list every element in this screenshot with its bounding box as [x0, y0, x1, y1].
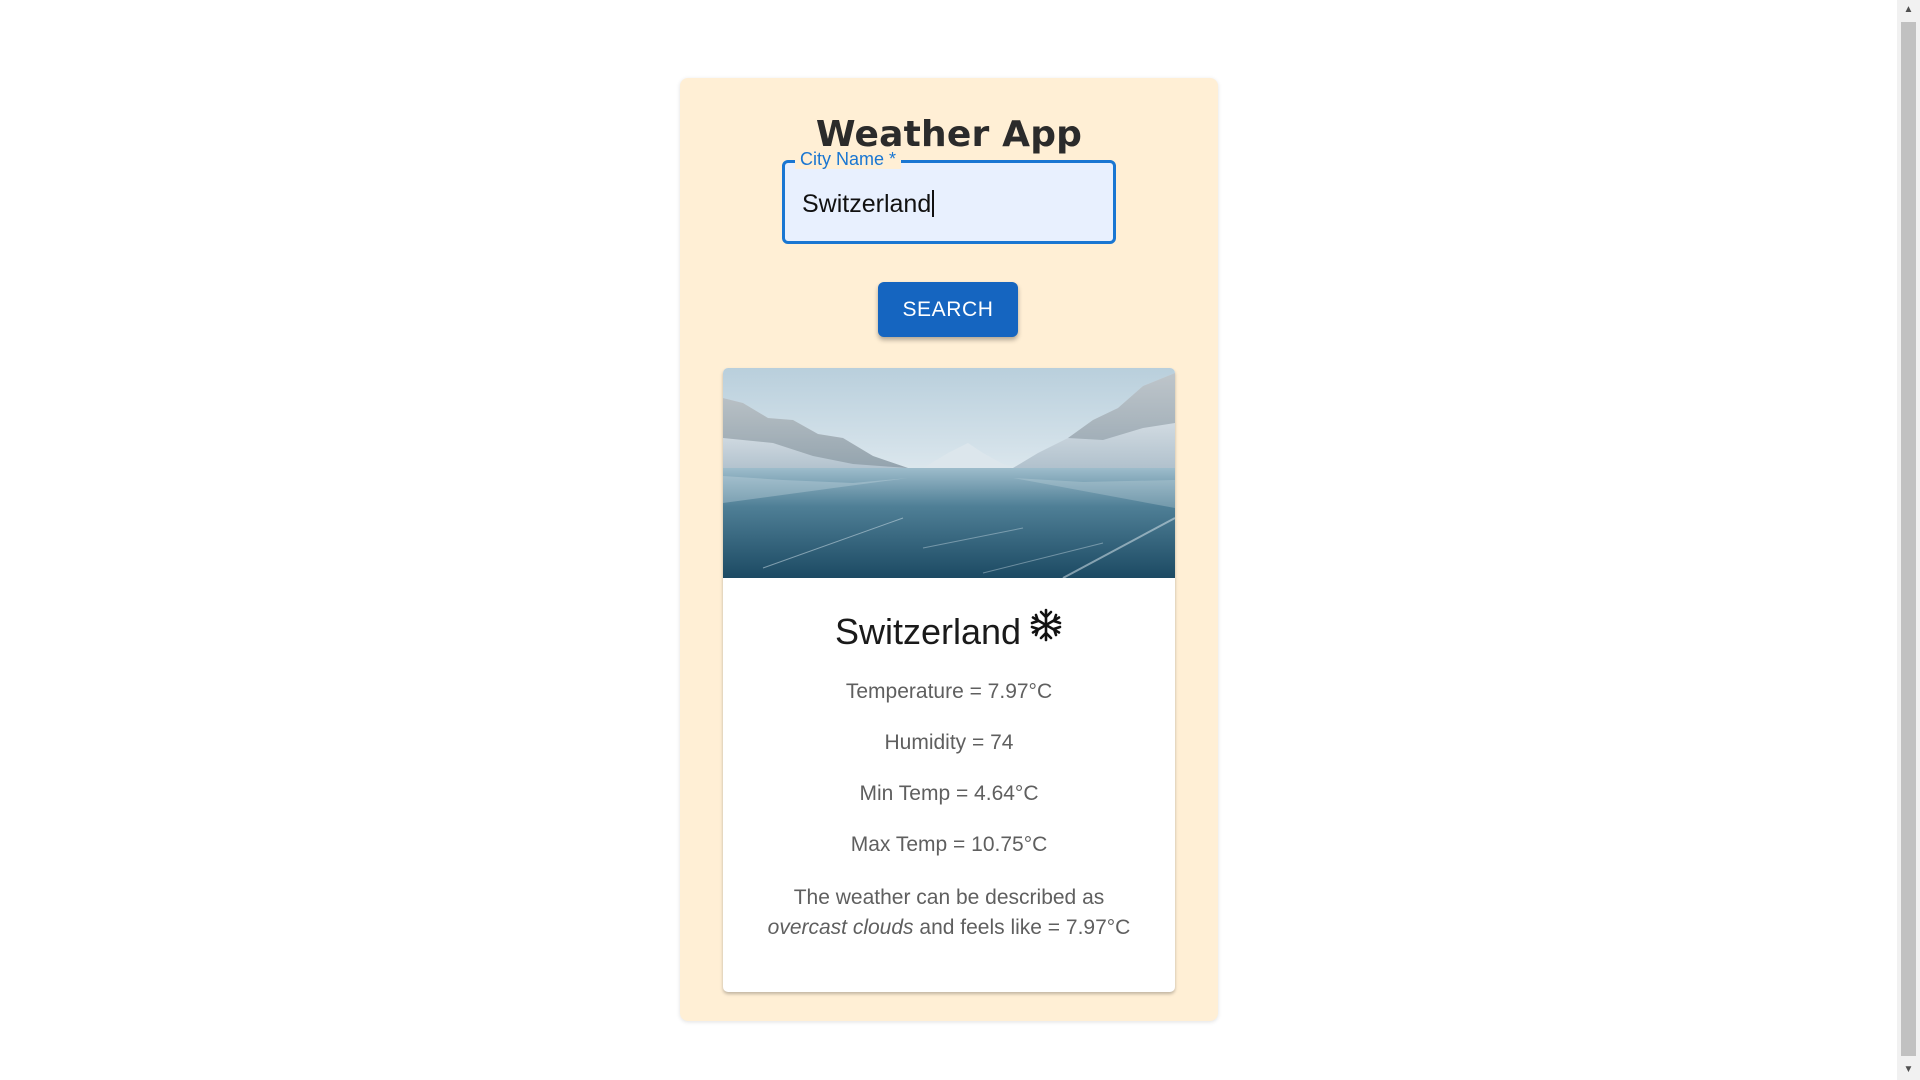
- landscape-image: [723, 368, 1175, 578]
- city-name-label: City Name *: [795, 149, 902, 169]
- vertical-scrollbar[interactable]: ▲ ▼: [1897, 0, 1920, 1080]
- search-button[interactable]: SEARCH: [878, 282, 1018, 337]
- city-name-heading: Switzerland: [834, 611, 1022, 652]
- scrollbar-thumb[interactable]: [1901, 22, 1916, 1056]
- city-name-field[interactable]: City Name * Switzerland: [782, 149, 1116, 244]
- weather-panel: Weather App City Name * Switzerland SEAR…: [680, 78, 1218, 1021]
- weather-description: The weather can be described as overcast…: [743, 883, 1155, 943]
- app-title: Weather App: [815, 114, 1083, 155]
- description-condition: overcast clouds: [767, 916, 914, 939]
- text-caret: [932, 190, 935, 217]
- description-prefix: The weather can be described as: [793, 886, 1105, 909]
- city-name-value: Switzerland: [802, 190, 932, 218]
- scroll-down-arrow-icon[interactable]: ▼: [1897, 1060, 1920, 1080]
- weather-card: Switzerland Temperature = 7.97°C Humidit…: [723, 368, 1175, 992]
- max-temp-text: Max Temp = 10.75°C: [850, 833, 1048, 856]
- snowflake-icon: [1030, 608, 1062, 642]
- city-title: Switzerland: [723, 608, 1175, 653]
- city-name-input[interactable]: Switzerland: [802, 189, 935, 219]
- min-temp-text: Min Temp = 4.64°C: [859, 782, 1039, 805]
- description-suffix: and feels like = 7.97°C: [919, 916, 1131, 939]
- page: Weather App City Name * Switzerland SEAR…: [0, 0, 1920, 1080]
- temperature-text: Temperature = 7.97°C: [845, 680, 1053, 703]
- scroll-up-arrow-icon[interactable]: ▲: [1897, 0, 1920, 20]
- humidity-text: Humidity = 74: [884, 731, 1014, 754]
